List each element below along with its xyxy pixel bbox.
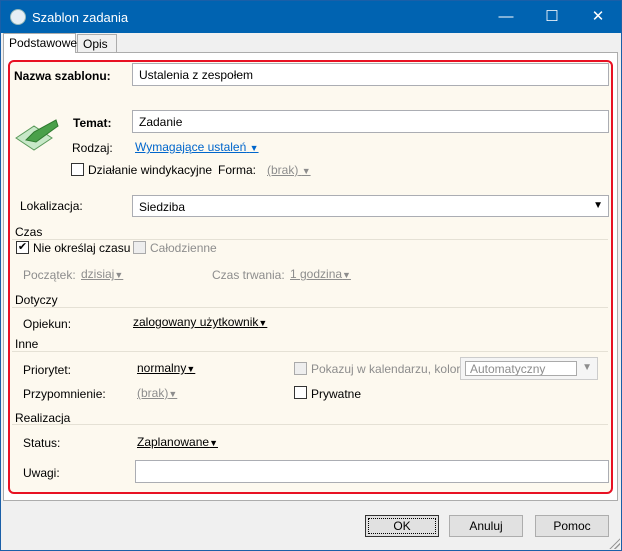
priority-dropdown[interactable]: normalny▼ xyxy=(137,361,195,375)
priority-label: Priorytet: xyxy=(23,363,72,377)
template-name-input[interactable] xyxy=(132,63,609,86)
help-button[interactable]: Pomoc xyxy=(535,515,609,537)
show-calendar-checkbox[interactable] xyxy=(294,362,307,375)
type-dropdown[interactable]: Wymagające ustaleń ▼ xyxy=(135,140,259,154)
dropdown-arrow-icon: ▼ xyxy=(168,389,178,399)
title-bar: Szablon zadania — ☐ ✕ xyxy=(1,1,621,33)
window-title: Szablon zadania xyxy=(32,10,129,25)
dropdown-arrow-icon: ▼ xyxy=(209,438,218,448)
template-name-label: Nazwa szablonu: xyxy=(14,69,111,83)
form-label: Forma: xyxy=(218,163,257,177)
divider xyxy=(12,239,608,240)
cancel-button[interactable]: Anuluj xyxy=(449,515,523,537)
concerns-section-heading: Dotyczy xyxy=(15,293,58,307)
tab-podstawowe[interactable]: Podstawowe xyxy=(3,33,77,53)
resize-grip-icon[interactable] xyxy=(608,537,620,549)
debt-collection-checkbox[interactable] xyxy=(71,163,84,176)
divider xyxy=(12,424,608,425)
dropdown-arrow-icon: ▼ xyxy=(582,362,592,373)
close-button[interactable]: ✕ xyxy=(575,1,621,33)
debt-collection-label: Działanie windykacyjne xyxy=(88,163,213,177)
no-time-label: Nie określaj czasu xyxy=(33,241,131,255)
divider xyxy=(12,307,608,308)
notes-input[interactable] xyxy=(135,460,609,483)
type-label: Rodzaj: xyxy=(72,141,113,155)
dropdown-arrow-icon: ▼ xyxy=(186,364,196,374)
maximize-button[interactable]: ☐ xyxy=(529,1,575,33)
start-label: Początek: xyxy=(23,268,76,282)
duration-label: Czas trwania: xyxy=(212,268,285,282)
start-dropdown[interactable]: dzisiaj▼ xyxy=(81,267,123,281)
form-dropdown[interactable]: (brak) ▼ xyxy=(267,163,311,177)
dropdown-arrow-icon: ▼ xyxy=(301,166,311,176)
color-value: Automatyczny xyxy=(465,361,577,376)
dropdown-arrow-icon: ▼ xyxy=(258,318,268,328)
notes-label: Uwagi: xyxy=(23,466,60,480)
dropdown-arrow-icon: ▼ xyxy=(342,270,351,280)
realization-section-heading: Realizacja xyxy=(15,411,71,425)
show-calendar-label: Pokazuj w kalendarzu, kolor: xyxy=(311,362,464,376)
dropdown-arrow-icon: ▼ xyxy=(114,270,124,280)
minimize-button[interactable]: — xyxy=(483,1,529,33)
private-checkbox[interactable] xyxy=(294,386,307,399)
reminder-label: Przypomnienie: xyxy=(23,387,106,401)
divider xyxy=(12,351,608,352)
guardian-label: Opiekun: xyxy=(23,317,72,331)
app-logo-icon xyxy=(10,9,26,25)
tab-opis[interactable]: Opis xyxy=(77,34,117,53)
all-day-label: Całodzienne xyxy=(150,241,217,255)
color-select[interactable]: Automatyczny ▼ xyxy=(460,357,598,380)
dropdown-arrow-icon: ▼ xyxy=(593,200,603,211)
location-select[interactable]: Siedziba ▼ xyxy=(132,195,609,217)
task-check-icon xyxy=(15,119,59,151)
status-dropdown[interactable]: Zaplanowane▼ xyxy=(137,435,218,449)
dropdown-arrow-icon: ▼ xyxy=(249,143,259,153)
duration-dropdown[interactable]: 1 godzina▼ xyxy=(290,267,351,281)
location-label: Lokalizacja: xyxy=(20,199,83,213)
guardian-dropdown[interactable]: zalogowany użytkownik▼ xyxy=(133,315,267,329)
private-label: Prywatne xyxy=(311,387,362,401)
other-section-heading: Inne xyxy=(15,337,39,351)
no-time-checkbox[interactable]: ✔ xyxy=(16,241,29,254)
status-label: Status: xyxy=(23,436,61,450)
subject-label: Temat: xyxy=(73,116,112,130)
subject-input[interactable] xyxy=(132,110,609,133)
time-section-heading: Czas xyxy=(15,225,43,239)
ok-button[interactable]: OK xyxy=(365,515,439,537)
all-day-checkbox[interactable] xyxy=(133,241,146,254)
reminder-dropdown[interactable]: (brak)▼ xyxy=(137,386,177,400)
